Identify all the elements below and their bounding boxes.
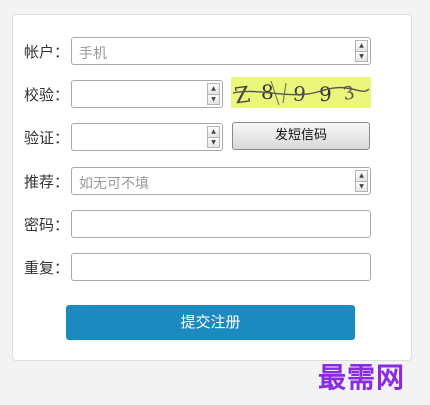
account-spinner[interactable]: ▲ ▼ [355,40,368,62]
verify-spinner[interactable]: ▲ ▼ [207,126,220,148]
captcha-input[interactable]: ▲ ▼ [71,80,223,108]
spin-up-icon[interactable]: ▲ [355,170,368,182]
registration-card: 帐户： 手机 ▲ ▼ 校验： ▲ ▼ Z 8 9 9 3 验证： ▲ ▼ 发短信… [12,14,412,361]
send-sms-button[interactable]: 发短信码 [232,122,370,150]
verify-input[interactable]: ▲ ▼ [71,123,223,151]
captcha-char: Z [233,83,252,108]
password-label: 密码： [24,216,70,234]
spin-down-icon[interactable]: ▼ [207,94,220,105]
repeat-password-input[interactable] [71,253,371,281]
captcha-char: 9 [319,82,332,106]
verify-label: 验证： [24,129,70,147]
referrer-input[interactable]: 如无可不填 ▲ ▼ [71,167,371,195]
spin-down-icon[interactable]: ▼ [207,137,220,148]
spin-up-icon[interactable]: ▲ [207,83,220,95]
account-label: 帐户： [24,43,70,61]
captcha-glyphs: Z 8 9 9 3 [232,80,370,108]
referrer-placeholder: 如无可不填 [79,176,149,192]
spin-down-icon[interactable]: ▼ [355,181,368,192]
repeat-label: 重复： [24,259,70,277]
account-input[interactable]: 手机 ▲ ▼ [71,37,371,65]
captcha-label: 校验： [24,86,70,104]
site-watermark: 最需网 [318,361,406,394]
referrer-label: 推荐： [24,173,70,191]
account-placeholder: 手机 [79,46,107,62]
spin-up-icon[interactable]: ▲ [355,40,368,52]
spin-down-icon[interactable]: ▼ [355,51,368,62]
captcha-image[interactable]: Z 8 9 9 3 [231,77,371,108]
captcha-char: 3 [341,82,356,105]
referrer-spinner[interactable]: ▲ ▼ [355,170,368,192]
submit-register-button[interactable]: 提交注册 [66,305,355,340]
password-input[interactable] [71,210,371,238]
spin-up-icon[interactable]: ▲ [207,126,220,138]
captcha-spinner[interactable]: ▲ ▼ [207,83,220,105]
